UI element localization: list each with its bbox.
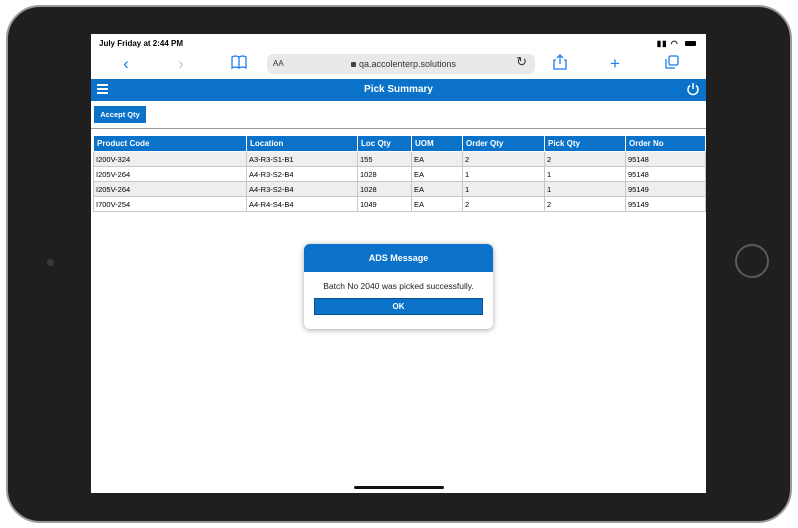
tabs-icon[interactable] <box>661 54 683 74</box>
cell-location: A4-R3-S2-B4 <box>246 181 358 197</box>
status-icons: ▮▮ ◠ <box>657 39 696 48</box>
cell-product-code: I205V-264 <box>93 181 247 197</box>
cell-loc-qty: 1049 <box>357 196 412 212</box>
bookmarks-icon[interactable] <box>228 54 250 74</box>
column-header[interactable]: Location <box>246 135 358 152</box>
cell-product-code: I200V-324 <box>93 151 247 167</box>
cell-uom: EA <box>411 166 463 182</box>
cell-location: A4-R4-S4-B4 <box>246 196 358 212</box>
cell-location: A3-R3-S1-B1 <box>246 151 358 167</box>
cell-pick-qty: 1 <box>544 181 626 197</box>
page-title: Pick Summary <box>364 84 433 95</box>
cell-uom: EA <box>411 151 463 167</box>
column-header[interactable]: Order No <box>625 135 706 152</box>
cell-loc-qty: 1028 <box>357 181 412 197</box>
cell-uom: EA <box>411 196 463 212</box>
home-button-ring <box>735 244 769 278</box>
status-bar: July Friday at 2:44 PM ▮▮ ◠ <box>91 34 706 52</box>
cell-product-code: I205V-264 <box>93 166 247 182</box>
cell-order-no: 95148 <box>625 151 706 167</box>
cell-order-qty: 1 <box>462 181 545 197</box>
table-row[interactable]: I200V-324 A3-R3-S1-B1 155 EA 2 2 95148 <box>93 151 706 167</box>
column-header[interactable]: Order Qty <box>462 135 545 152</box>
app-header: Pick Summary <box>91 79 706 101</box>
forward-icon[interactable]: › <box>170 54 192 74</box>
reload-icon[interactable]: ↻ <box>516 54 527 70</box>
share-icon[interactable] <box>549 54 571 75</box>
wifi-icon: ◠ <box>670 39 679 48</box>
address-bar[interactable]: AA qa.accolenterp.solutions ↻ <box>267 54 535 74</box>
camera <box>47 259 54 266</box>
lock-icon <box>351 62 356 67</box>
cell-order-no: 95149 <box>625 196 706 212</box>
home-indicator[interactable] <box>354 486 444 489</box>
power-icon[interactable] <box>686 82 702 98</box>
table-row[interactable]: I700V-254 A4-R4-S4-B4 1049 EA 2 2 95149 <box>93 196 706 212</box>
dialog-title: ADS Message <box>304 244 493 272</box>
battery-icon <box>685 41 696 47</box>
plus-icon[interactable]: + <box>604 54 626 74</box>
cell-location: A4-R3-S2-B4 <box>246 166 358 182</box>
cell-pick-qty: 1 <box>544 166 626 182</box>
cell-loc-qty: 1028 <box>357 166 412 182</box>
cell-pick-qty: 2 <box>544 151 626 167</box>
table-row[interactable]: I205V-264 A4-R3-S2-B4 1028 EA 1 1 95148 <box>93 166 706 182</box>
accept-qty-button[interactable]: Accept Qty <box>94 106 146 123</box>
status-time: July Friday at 2:44 PM <box>99 39 184 48</box>
column-header[interactable]: Loc Qty <box>357 135 412 152</box>
browser-toolbar: ‹ › AA qa.accolenterp.solutions ↻ + <box>91 52 706 78</box>
ok-button[interactable]: OK <box>314 298 483 315</box>
cell-product-code: I700V-254 <box>93 196 247 212</box>
screen: July Friday at 2:44 PM ▮▮ ◠ ‹ › AA qa.ac… <box>91 34 706 493</box>
pick-summary-table: Product Code Location Loc Qty UOM Order … <box>93 135 706 212</box>
reader-aa-button[interactable]: AA <box>273 59 284 68</box>
url-value: qa.accolenterp.solutions <box>359 59 457 69</box>
cell-order-no: 95149 <box>625 181 706 197</box>
cell-order-no: 95148 <box>625 166 706 182</box>
cell-order-qty: 2 <box>462 196 545 212</box>
action-bar: Accept Qty <box>91 101 706 129</box>
dialog-message: Batch No 2040 was picked successfully. <box>323 281 474 291</box>
cell-order-qty: 1 <box>462 166 545 182</box>
signal-icon: ▮▮ <box>656 39 668 48</box>
column-header[interactable]: UOM <box>411 135 463 152</box>
column-header[interactable]: Pick Qty <box>544 135 626 152</box>
cell-order-qty: 2 <box>462 151 545 167</box>
url-text: qa.accolenterp.solutions <box>351 59 456 69</box>
cell-loc-qty: 155 <box>357 151 412 167</box>
cell-uom: EA <box>411 181 463 197</box>
table-row[interactable]: I205V-264 A4-R3-S2-B4 1028 EA 1 1 95149 <box>93 181 706 197</box>
column-header[interactable]: Product Code <box>93 135 247 152</box>
back-icon[interactable]: ‹ <box>115 54 137 74</box>
table-header-row: Product Code Location Loc Qty UOM Order … <box>93 135 706 152</box>
cell-pick-qty: 2 <box>544 196 626 212</box>
ads-message-dialog: ADS Message Batch No 2040 was picked suc… <box>304 244 493 329</box>
